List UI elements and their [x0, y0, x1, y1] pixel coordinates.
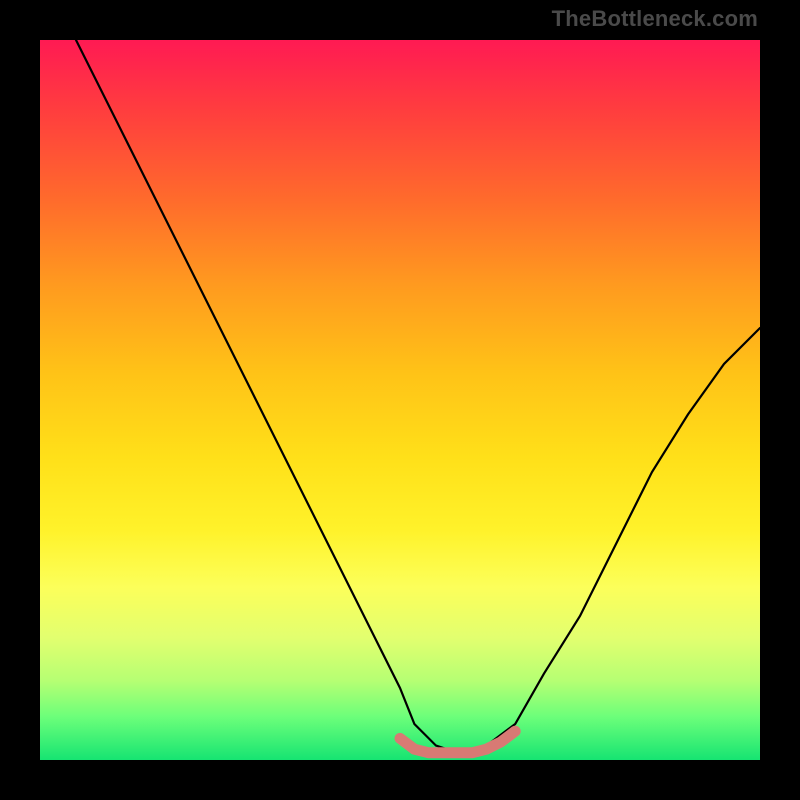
- bottleneck-curve: [76, 40, 760, 753]
- chart-gradient-area: [40, 40, 760, 760]
- zero-band: [400, 731, 515, 753]
- chart-frame: TheBottleneck.com: [0, 0, 800, 800]
- watermark-label: TheBottleneck.com: [552, 6, 758, 32]
- chart-svg: [40, 40, 760, 760]
